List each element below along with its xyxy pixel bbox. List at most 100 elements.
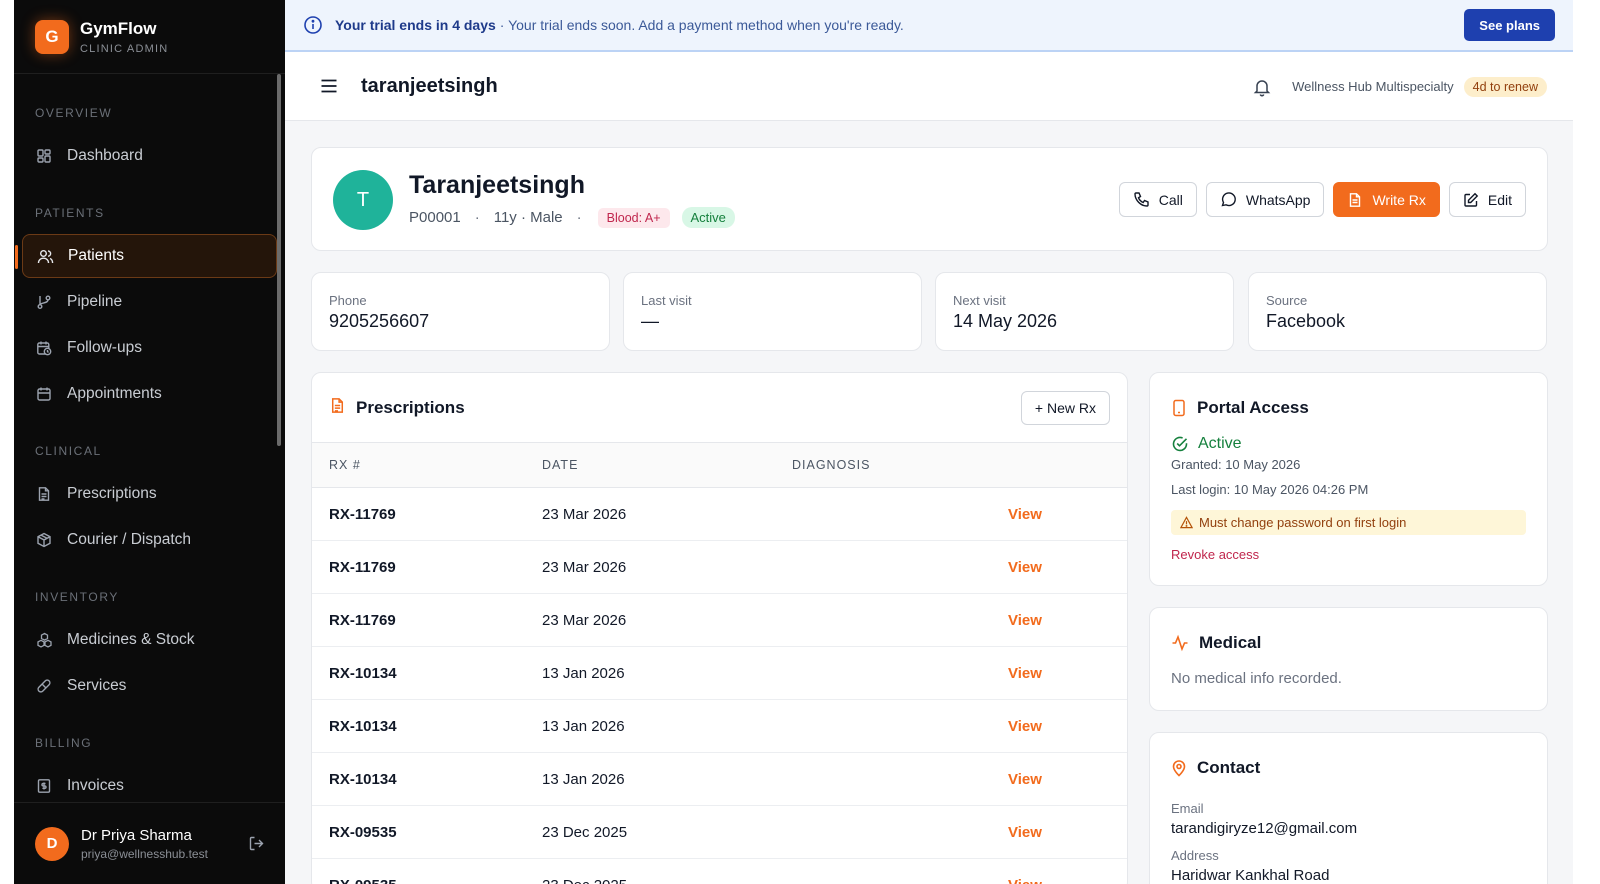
view-link[interactable]: View bbox=[1008, 541, 1042, 593]
blood-badge: Blood: A+ bbox=[597, 207, 670, 228]
contact-title: Contact bbox=[1171, 758, 1260, 778]
rx-number: RX-10134 bbox=[329, 770, 397, 788]
table-row: RX-09535 23 Dec 2025 View bbox=[312, 859, 1127, 884]
edit-icon bbox=[1463, 192, 1479, 208]
sidebar-item-label: Prescriptions bbox=[67, 485, 157, 502]
page-title: taranjeetsingh bbox=[361, 74, 498, 97]
prescriptions-table-header: RX # DATE DIAGNOSIS bbox=[312, 443, 1127, 488]
sidebar-item-label: Medicines & Stock bbox=[67, 631, 195, 648]
revoke-access-link[interactable]: Revoke access bbox=[1171, 547, 1259, 562]
whatsapp-button[interactable]: WhatsApp bbox=[1205, 182, 1325, 217]
write-rx-button[interactable]: Write Rx bbox=[1333, 182, 1440, 217]
sidebar-nav: OVERVIEW Dashboard PATIENTS Patients Pip… bbox=[14, 74, 285, 808]
info-icon bbox=[303, 15, 323, 35]
rx-date: 23 Mar 2026 bbox=[542, 505, 627, 523]
grid-icon bbox=[35, 147, 53, 165]
menu-icon[interactable] bbox=[319, 76, 339, 96]
view-link[interactable]: View bbox=[1008, 700, 1042, 752]
email-value[interactable]: tarandigiryze12@gmail.com bbox=[1171, 820, 1357, 837]
email-label: Email bbox=[1171, 801, 1204, 816]
rx-number: RX-09535 bbox=[329, 859, 397, 884]
sidebar-item-courier[interactable]: Courier / Dispatch bbox=[22, 518, 277, 562]
portal-last-login: Last login: 10 May 2026 04:26 PM bbox=[1171, 482, 1369, 497]
sidebar-item-label: Appointments bbox=[67, 385, 162, 402]
sidebar-item-services[interactable]: Services bbox=[22, 664, 277, 708]
rx-date: 23 Mar 2026 bbox=[542, 558, 627, 576]
topbar: taranjeetsingh Wellness Hub Multispecial… bbox=[285, 52, 1573, 121]
sidebar-scrollbar[interactable] bbox=[277, 74, 281, 446]
view-link[interactable]: View bbox=[1008, 806, 1042, 858]
user-name: Dr Priya Sharma bbox=[81, 826, 192, 844]
trial-headline: Your trial ends in 4 days bbox=[335, 17, 496, 33]
pill-icon bbox=[35, 677, 53, 695]
new-rx-button[interactable]: + New Rx bbox=[1020, 391, 1110, 425]
column-header: DATE bbox=[542, 458, 579, 472]
column-header: RX # bbox=[329, 458, 361, 472]
sidebar-item-pipeline[interactable]: Pipeline bbox=[22, 280, 277, 324]
patient-avatar: T bbox=[333, 170, 393, 230]
edit-button[interactable]: Edit bbox=[1448, 182, 1526, 217]
logout-icon[interactable] bbox=[248, 835, 265, 857]
check-circle-icon bbox=[1171, 435, 1189, 453]
brand-subtitle: CLINIC ADMIN bbox=[80, 42, 169, 55]
nav-section-inventory: INVENTORY bbox=[35, 590, 119, 604]
view-link[interactable]: View bbox=[1008, 859, 1042, 884]
view-link[interactable]: View bbox=[1008, 594, 1042, 646]
rx-number: RX-09535 bbox=[329, 823, 397, 841]
map-pin-icon bbox=[1171, 759, 1187, 777]
status-badge: Active bbox=[681, 207, 735, 228]
users-icon bbox=[36, 247, 54, 265]
phone-icon bbox=[1133, 191, 1150, 208]
sidebar-item-label: Dashboard bbox=[67, 147, 143, 164]
sidebar-item-label: Courier / Dispatch bbox=[67, 531, 192, 548]
table-row: RX-10134 13 Jan 2026 View bbox=[312, 753, 1127, 806]
smartphone-icon bbox=[1171, 399, 1187, 417]
sidebar: G GymFlow CLINIC ADMIN OVERVIEW Dashboar… bbox=[14, 0, 285, 884]
avatar: D bbox=[35, 826, 69, 861]
stat-value: Facebook bbox=[1266, 311, 1346, 331]
sidebar-item-medicines[interactable]: Medicines & Stock bbox=[22, 618, 277, 662]
view-link[interactable]: View bbox=[1008, 753, 1042, 805]
see-plans-button[interactable]: See plans bbox=[1464, 9, 1555, 41]
message-circle-icon bbox=[1220, 191, 1237, 208]
rx-number: RX-11769 bbox=[329, 558, 396, 576]
sidebar-item-followups[interactable]: Follow-ups bbox=[22, 326, 277, 370]
bell-icon[interactable] bbox=[1252, 77, 1272, 97]
prescriptions-table-body: RX-11769 23 Mar 2026 View RX-11769 23 Mar 20… bbox=[312, 488, 1127, 884]
rx-date: 13 Jan 2026 bbox=[542, 664, 625, 682]
view-link[interactable]: View bbox=[1008, 647, 1042, 699]
meta-separator: · bbox=[474, 209, 480, 226]
rx-number: RX-10134 bbox=[329, 717, 397, 735]
patient-meta: P00001 · 11y · Male · Blood: A+ Active bbox=[409, 207, 735, 228]
prescriptions-header: Prescriptions + New Rx bbox=[312, 373, 1127, 443]
calendar-icon bbox=[35, 385, 53, 403]
address-label: Address bbox=[1171, 848, 1219, 863]
sidebar-item-dashboard[interactable]: Dashboard bbox=[22, 134, 277, 178]
trial-banner: Your trial ends in 4 days · Your trial e… bbox=[285, 0, 1573, 52]
stat-card-phone: Phone 9205256607 bbox=[311, 272, 610, 351]
contact-card: Contact Email tarandigiryze12@gmail.com … bbox=[1149, 732, 1548, 884]
rx-date: 23 Mar 2026 bbox=[542, 611, 627, 629]
git-branch-icon bbox=[35, 293, 53, 311]
rx-date: 13 Jan 2026 bbox=[542, 717, 625, 735]
sidebar-item-patients[interactable]: Patients bbox=[15, 234, 277, 278]
write-rx-label: Write Rx bbox=[1372, 191, 1426, 208]
sidebar-item-prescriptions[interactable]: Prescriptions bbox=[22, 472, 277, 516]
view-link[interactable]: View bbox=[1008, 488, 1042, 540]
table-row: RX-09535 23 Dec 2025 View bbox=[312, 806, 1127, 859]
nav-section-patients: PATIENTS bbox=[35, 206, 105, 220]
alert-triangle-icon bbox=[1180, 516, 1193, 529]
call-button[interactable]: Call bbox=[1118, 182, 1197, 217]
table-row: RX-10134 13 Jan 2026 View bbox=[312, 700, 1127, 753]
rx-date: 23 Dec 2025 bbox=[542, 859, 627, 884]
sidebar-item-appointments[interactable]: Appointments bbox=[22, 372, 277, 416]
patient-header-card: T Taranjeetsingh P00001 · 11y · Male · B… bbox=[311, 147, 1548, 251]
nav-section-billing: BILLING bbox=[35, 736, 93, 750]
stat-card-last-visit: Last visit — bbox=[623, 272, 922, 351]
trial-message: · Your trial ends soon. Add a payment me… bbox=[499, 17, 904, 33]
patient-age-sex: 11y · Male bbox=[493, 209, 563, 226]
nav-section-clinical: CLINICAL bbox=[35, 444, 102, 458]
whatsapp-label: WhatsApp bbox=[1245, 191, 1311, 208]
table-row: RX-10134 13 Jan 2026 View bbox=[312, 647, 1127, 700]
brand: G GymFlow CLINIC ADMIN bbox=[14, 0, 285, 74]
